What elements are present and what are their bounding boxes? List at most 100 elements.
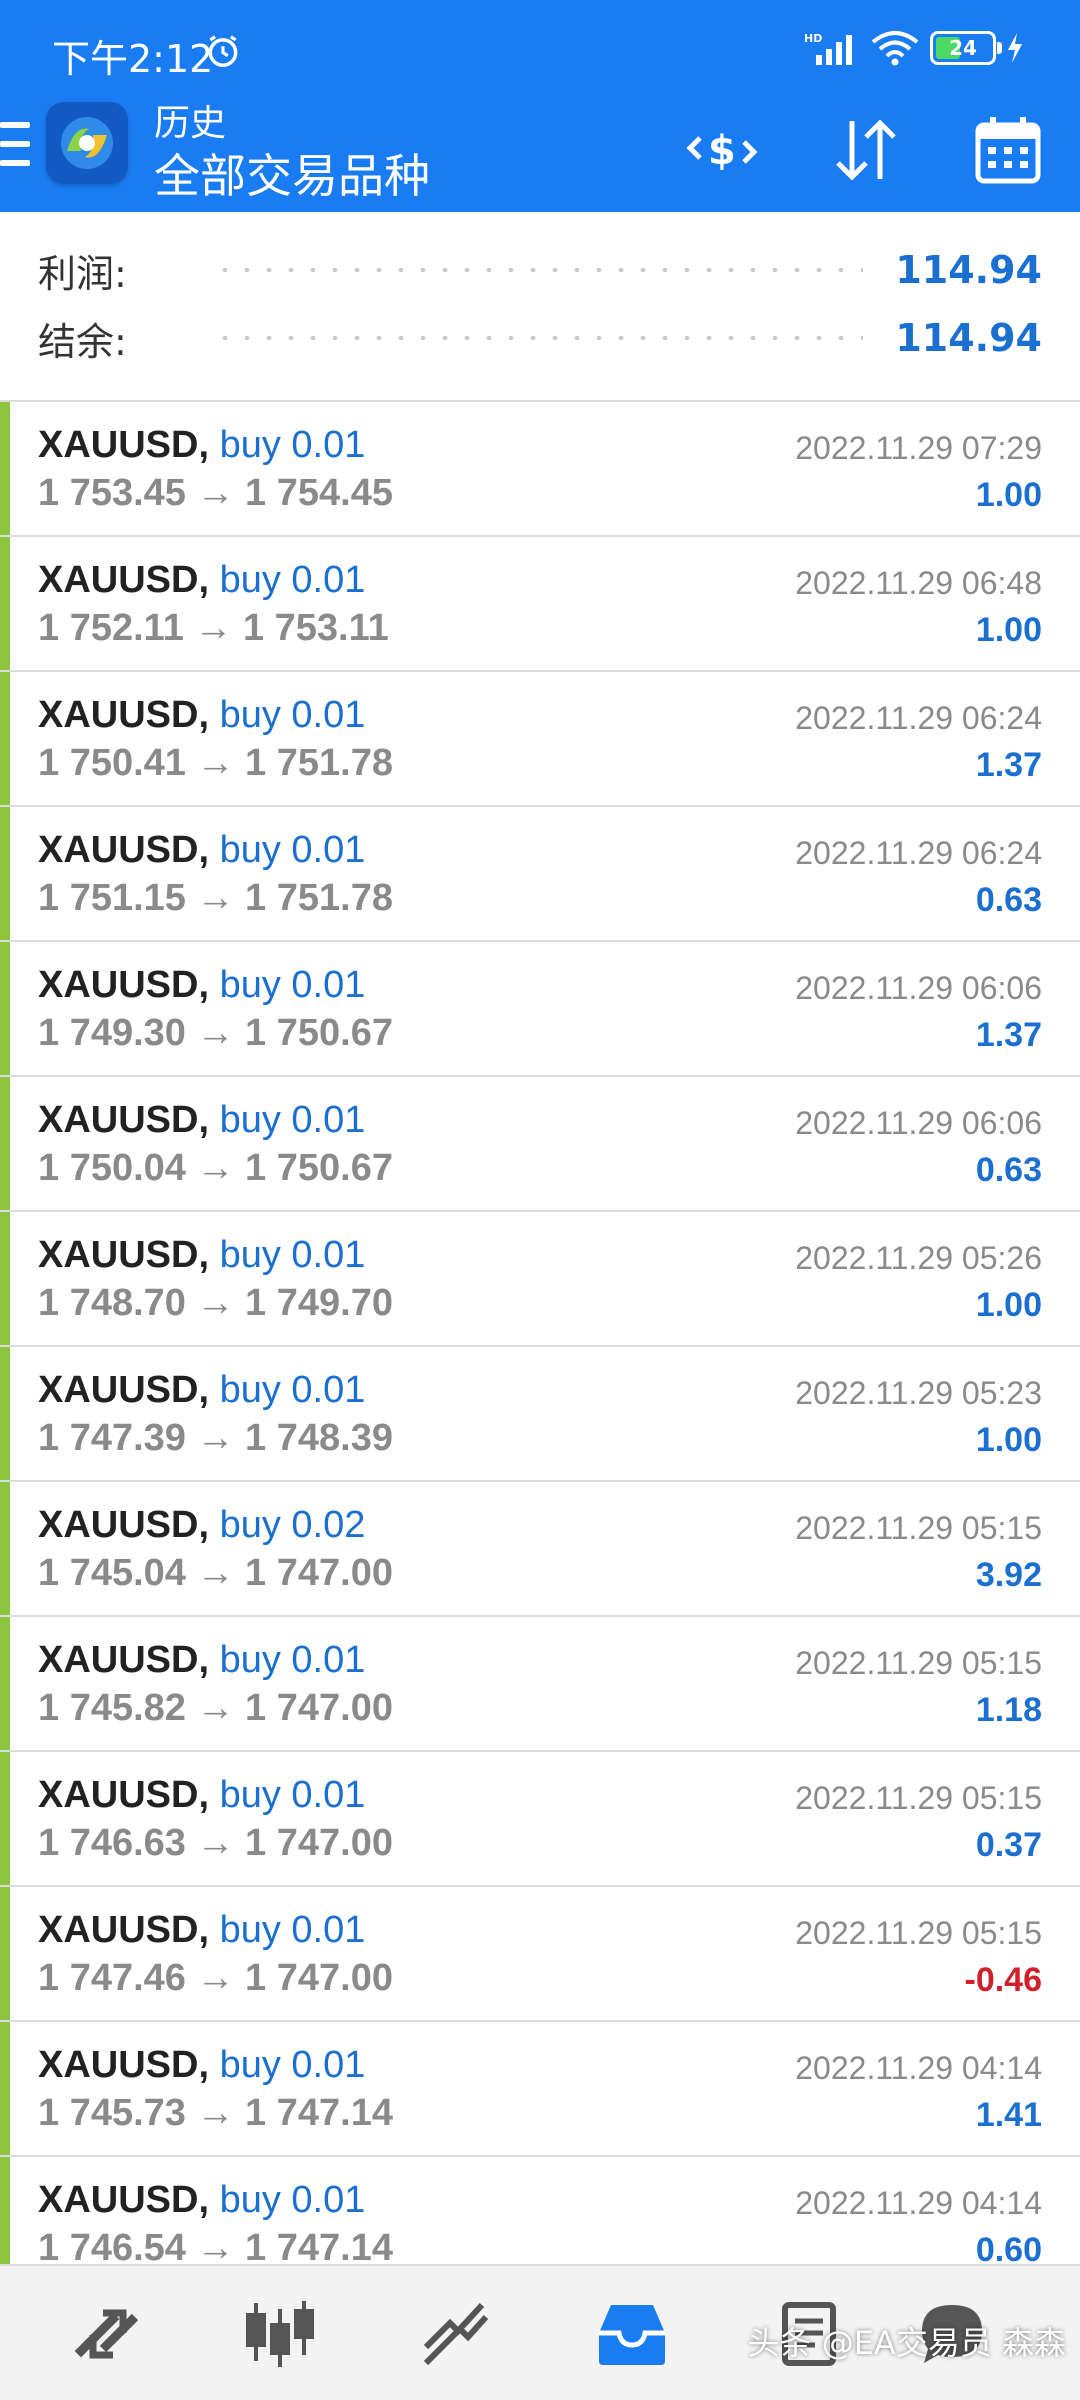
trade-profit: 1.37 bbox=[975, 746, 1042, 784]
trade-symbol-line: XAUUSD, buy 0.02 bbox=[38, 1504, 365, 1547]
trade-symbol-line: XAUUSD, buy 0.01 bbox=[38, 1099, 365, 1142]
trade-profit: 0.60 bbox=[975, 2231, 1042, 2264]
trade-side-volume: buy 0.01 bbox=[219, 964, 366, 1006]
history-summary: 利润: 114.94 结余: 114.94 bbox=[0, 212, 1080, 402]
trade-symbol: XAUUSD, bbox=[38, 1909, 210, 1951]
arrow-right-icon: → bbox=[185, 2092, 246, 2134]
trade-prices: 1 745.04 → 1 747.00 bbox=[38, 1552, 393, 1595]
trade-side-indicator bbox=[0, 2022, 10, 2155]
trade-row[interactable]: XAUUSD, buy 0.01 1 749.30 → 1 750.67 2022.… bbox=[0, 942, 1080, 1077]
trade-row[interactable]: XAUUSD, buy 0.01 1 750.04 → 1 750.67 2022.… bbox=[0, 1077, 1080, 1212]
open-price: 1 746.63 bbox=[38, 1822, 186, 1864]
trade-side-volume: buy 0.01 bbox=[219, 1774, 366, 1816]
deposit-withdraw-button[interactable]: $ bbox=[682, 110, 762, 190]
trade-row[interactable]: XAUUSD, buy 0.01 1 746.63 → 1 747.00 2022.… bbox=[0, 1752, 1080, 1887]
arrow-right-icon: → bbox=[185, 1687, 246, 1729]
charging-icon bbox=[1008, 33, 1022, 63]
trade-row[interactable]: XAUUSD, buy 0.01 1 747.39 → 1 748.39 2022.… bbox=[0, 1347, 1080, 1482]
arrow-right-icon: → bbox=[185, 1822, 246, 1864]
trade-time: 2022.11.29 05:15 bbox=[795, 1915, 1042, 1951]
trade-symbol-line: XAUUSD, buy 0.01 bbox=[38, 964, 365, 1007]
trade-row[interactable]: XAUUSD, buy 0.01 1 751.15 → 1 751.78 2022.… bbox=[0, 807, 1080, 942]
trade-time: 2022.11.29 06:24 bbox=[795, 835, 1042, 871]
trade-side-indicator bbox=[0, 1617, 10, 1750]
page-subtitle: 历史 bbox=[154, 103, 227, 144]
trade-side-volume: buy 0.01 bbox=[219, 694, 366, 736]
arrow-right-icon: → bbox=[185, 742, 246, 784]
trade-row[interactable]: XAUUSD, buy 0.01 1 745.73 → 1 747.14 2022.… bbox=[0, 2022, 1080, 2157]
sort-button[interactable] bbox=[826, 110, 906, 190]
close-price: 1 747.14 bbox=[245, 2227, 393, 2264]
trade-row[interactable]: XAUUSD, buy 0.01 1 745.82 → 1 747.00 2022.… bbox=[0, 1617, 1080, 1752]
page-title[interactable]: 全部交易品种 bbox=[154, 140, 430, 206]
trade-symbol: XAUUSD, bbox=[38, 2179, 210, 2221]
battery-level: 24 bbox=[949, 36, 977, 60]
open-price: 1 745.73 bbox=[38, 2092, 186, 2134]
trade-side-indicator bbox=[0, 942, 10, 1075]
bottom-navigation: 头条 @EA交易员 森森 bbox=[0, 2264, 1080, 2400]
status-bar: 下午2:12 HD 24 bbox=[0, 0, 1080, 100]
trade-symbol-line: XAUUSD, buy 0.01 bbox=[38, 829, 365, 872]
trade-side-indicator bbox=[0, 1482, 10, 1615]
trade-symbol: XAUUSD, bbox=[38, 424, 210, 466]
open-price: 1 751.15 bbox=[38, 877, 186, 919]
close-price: 1 750.67 bbox=[245, 1147, 393, 1189]
trade-symbol: XAUUSD, bbox=[38, 2044, 210, 2086]
trade-symbol: XAUUSD, bbox=[38, 1369, 210, 1411]
trade-profit: 1.18 bbox=[975, 1691, 1042, 1729]
balance-row: 结余: 114.94 bbox=[38, 308, 1042, 368]
trade-prices: 1 745.73 → 1 747.14 bbox=[38, 2092, 393, 2135]
trade-time: 2022.11.29 06:06 bbox=[795, 1105, 1042, 1141]
trade-profit: 1.41 bbox=[975, 2096, 1042, 2134]
trade-row[interactable]: XAUUSD, buy 0.01 1 750.41 → 1 751.78 2022.… bbox=[0, 672, 1080, 807]
close-price: 1 749.70 bbox=[245, 1282, 393, 1324]
trade-symbol-line: XAUUSD, buy 0.01 bbox=[38, 1639, 365, 1682]
trade-prices: 1 748.70 → 1 749.70 bbox=[38, 1282, 393, 1325]
svg-text:$: $ bbox=[708, 128, 736, 174]
trade-symbol: XAUUSD, bbox=[38, 1099, 210, 1141]
trade-side-indicator bbox=[0, 2157, 10, 2264]
trade-row[interactable]: XAUUSD, buy 0.01 1 752.11 → 1 753.11 2022.… bbox=[0, 537, 1080, 672]
arrow-right-icon: → bbox=[185, 877, 246, 919]
trade-symbol: XAUUSD, bbox=[38, 964, 210, 1006]
balance-label: 结余: bbox=[38, 319, 127, 364]
trade-row[interactable]: XAUUSD, buy 0.01 1 753.45 → 1 754.45 2022.… bbox=[0, 402, 1080, 537]
trade-symbol-line: XAUUSD, buy 0.01 bbox=[38, 1909, 365, 1952]
trade-row[interactable]: XAUUSD, buy 0.01 1 748.70 → 1 749.70 2022.… bbox=[0, 1212, 1080, 1347]
nav-quotes[interactable] bbox=[68, 2294, 148, 2374]
menu-button[interactable] bbox=[0, 122, 30, 166]
close-price: 1 751.78 bbox=[245, 742, 393, 784]
trade-history-list[interactable]: XAUUSD, buy 0.01 1 753.45 → 1 754.45 2022.… bbox=[0, 402, 1080, 2264]
nav-history[interactable] bbox=[592, 2294, 672, 2374]
open-price: 1 745.04 bbox=[38, 1552, 186, 1594]
history-inbox-icon bbox=[599, 2305, 665, 2365]
trade-profit: 0.63 bbox=[975, 881, 1042, 919]
trade-time: 2022.11.29 05:23 bbox=[795, 1375, 1042, 1411]
nav-trade[interactable] bbox=[416, 2294, 496, 2374]
trade-row[interactable]: XAUUSD, buy 0.01 1 747.46 → 1 747.00 2022.… bbox=[0, 1887, 1080, 2022]
arrow-right-icon: → bbox=[185, 1012, 246, 1054]
close-price: 1 751.78 bbox=[245, 877, 393, 919]
system-icons: HD 24 bbox=[804, 30, 1024, 66]
trade-side-indicator bbox=[0, 1752, 10, 1885]
balance-value: 114.94 bbox=[895, 316, 1042, 360]
signal-icon: HD bbox=[804, 32, 852, 65]
trade-row[interactable]: XAUUSD, buy 0.01 1 746.54 → 1 747.14 2022.… bbox=[0, 2157, 1080, 2264]
trade-symbol-line: XAUUSD, buy 0.01 bbox=[38, 1774, 365, 1817]
trade-prices: 1 752.11 → 1 753.11 bbox=[38, 607, 389, 650]
trade-symbol-line: XAUUSD, buy 0.01 bbox=[38, 1369, 365, 1412]
trade-time: 2022.11.29 06:24 bbox=[795, 700, 1042, 736]
sort-icon bbox=[836, 119, 896, 181]
close-price: 1 747.00 bbox=[245, 1552, 393, 1594]
trade-prices: 1 745.82 → 1 747.00 bbox=[38, 1687, 393, 1730]
quotes-icon bbox=[74, 2309, 139, 2359]
arrow-right-icon: → bbox=[183, 607, 243, 649]
arrow-right-icon: → bbox=[185, 2227, 246, 2264]
trade-side-indicator bbox=[0, 1887, 10, 2020]
nav-chart[interactable] bbox=[240, 2294, 320, 2374]
trade-symbol-line: XAUUSD, buy 0.01 bbox=[38, 1234, 365, 1277]
calendar-button[interactable] bbox=[968, 110, 1048, 190]
trade-row[interactable]: XAUUSD, buy 0.02 1 745.04 → 1 747.00 2022.… bbox=[0, 1482, 1080, 1617]
trade-time: 2022.11.29 05:15 bbox=[795, 1780, 1042, 1816]
alarm-icon bbox=[208, 35, 238, 67]
